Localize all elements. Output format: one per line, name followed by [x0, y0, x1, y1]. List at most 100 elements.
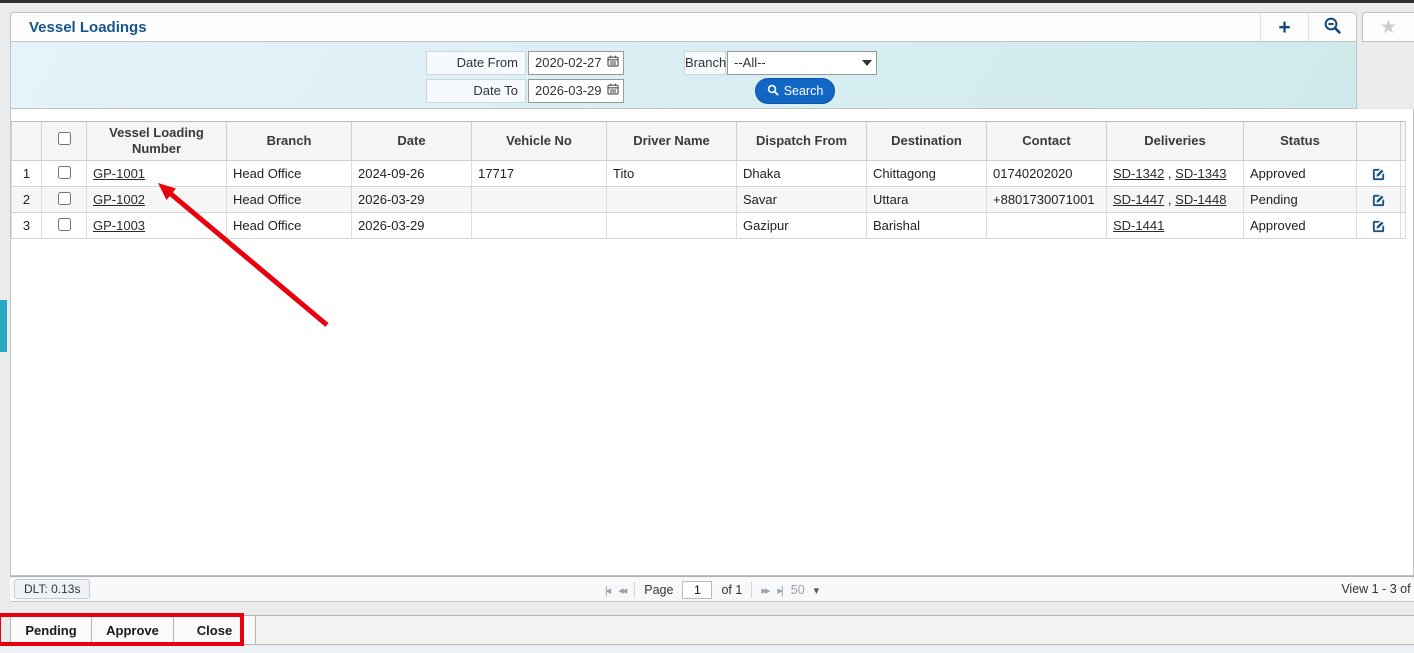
pager-separator — [751, 582, 752, 598]
date-from-input[interactable]: 2020-02-27 — [528, 51, 624, 75]
driver-name-cell — [607, 187, 737, 213]
page-size-chevron-icon[interactable]: ▾ — [814, 584, 820, 597]
deliveries-cell: SD-1342 , SD-1343 — [1107, 161, 1244, 187]
row-checkbox[interactable] — [58, 166, 71, 179]
filler-cell — [1401, 187, 1406, 213]
prev-page-icon[interactable]: ◂◂ — [618, 584, 625, 597]
row-number: 1 — [12, 161, 42, 187]
status-cell: Approved — [1244, 213, 1357, 239]
select-all-checkbox[interactable] — [58, 132, 71, 145]
col-destination[interactable]: Destination — [867, 122, 987, 161]
edit-cell — [1357, 161, 1401, 187]
page-label: Page — [644, 583, 673, 597]
deliveries-cell: SD-1441 — [1107, 213, 1244, 239]
col-vessel[interactable]: Vessel Loading Number — [87, 122, 227, 161]
driver-name-cell — [607, 213, 737, 239]
edit-cell — [1357, 187, 1401, 213]
destination-cell: Uttara — [867, 187, 987, 213]
row-select-cell — [42, 213, 87, 239]
row-checkbox[interactable] — [58, 218, 71, 231]
dispatch-from-cell: Savar — [737, 187, 867, 213]
edit-icon[interactable] — [1371, 191, 1386, 206]
table-row: 2GP-1002Head Office2026-03-29SavarUttara… — [12, 187, 1406, 213]
close-button[interactable]: Close — [174, 616, 256, 644]
col-date[interactable]: Date — [352, 122, 472, 161]
vessel-loading-link[interactable]: GP-1001 — [93, 166, 145, 181]
col-vehicle[interactable]: Vehicle No — [472, 122, 607, 161]
branch-select[interactable]: --All-- — [727, 51, 877, 75]
edit-icon[interactable] — [1371, 165, 1386, 180]
col-driver[interactable]: Driver Name — [607, 122, 737, 161]
delivery-link[interactable]: SD-1447 — [1113, 192, 1164, 207]
pager-separator — [634, 582, 635, 598]
page-number-input[interactable] — [682, 581, 712, 599]
vehicle-no-cell: 17717 — [472, 161, 607, 187]
col-status[interactable]: Status — [1244, 122, 1357, 161]
date-cell: 2026-03-29 — [352, 187, 472, 213]
side-panel-handle[interactable] — [0, 300, 7, 352]
col-branch[interactable]: Branch — [227, 122, 352, 161]
search-button[interactable]: Search — [755, 78, 835, 104]
grid-panel: Vessel Loading Number Branch Date Vehicl… — [10, 109, 1414, 576]
edit-icon[interactable] — [1371, 217, 1386, 232]
last-page-icon[interactable]: ▸| — [777, 584, 781, 597]
row-select-cell — [42, 187, 87, 213]
next-page-icon[interactable]: ▸▸ — [761, 584, 768, 597]
page-size-value: 50 — [791, 583, 805, 597]
delivery-link[interactable]: SD-1441 — [1113, 218, 1164, 233]
date-cell: 2026-03-29 — [352, 213, 472, 239]
dispatch-from-cell: Dhaka — [737, 161, 867, 187]
branch-label: Branch — [684, 51, 726, 75]
vessel-loading-number-cell: GP-1003 — [87, 213, 227, 239]
pager: |◂ ◂◂ Page of 1 ▸▸ ▸| 50 ▾ — [10, 577, 1414, 603]
date-to-input[interactable]: 2026-03-29 — [528, 79, 624, 103]
first-page-icon[interactable]: |◂ — [605, 584, 609, 597]
add-button[interactable]: + — [1260, 13, 1308, 41]
table-row: 1GP-1001Head Office2024-09-2617717TitoDh… — [12, 161, 1406, 187]
col-rownum — [12, 122, 42, 161]
contact-cell — [987, 213, 1107, 239]
branch-cell: Head Office — [227, 213, 352, 239]
vessel-loading-number-cell: GP-1001 — [87, 161, 227, 187]
window-top-strip — [0, 0, 1414, 3]
col-filler — [1401, 122, 1406, 161]
status-cell: Approved — [1244, 161, 1357, 187]
filler-cell — [1401, 213, 1406, 239]
star-icon[interactable]: ★ — [1380, 16, 1397, 39]
favorite-panel: ★ — [1362, 12, 1414, 42]
pending-button[interactable]: Pending — [10, 616, 92, 644]
contact-cell: 01740202020 — [987, 161, 1107, 187]
view-range-info: View 1 - 3 of 3 — [1341, 582, 1414, 596]
date-from-label: Date From — [426, 51, 526, 75]
col-deliveries[interactable]: Deliveries — [1107, 122, 1244, 161]
contact-cell: +8801730071001 — [987, 187, 1107, 213]
driver-name-cell: Tito — [607, 161, 737, 187]
branch-selected-value: --All-- — [734, 52, 858, 74]
destination-cell: Barishal — [867, 213, 987, 239]
toggle-search-button[interactable] — [1308, 13, 1356, 41]
col-contact[interactable]: Contact — [987, 122, 1107, 161]
date-to-value: 2026-03-29 — [535, 80, 603, 102]
dispatch-from-cell: Gazipur — [737, 213, 867, 239]
vessel-loading-link[interactable]: GP-1002 — [93, 192, 145, 207]
calendar-icon[interactable] — [607, 52, 619, 74]
delivery-link[interactable]: SD-1448 — [1175, 192, 1226, 207]
delivery-link[interactable]: SD-1343 — [1175, 166, 1226, 181]
search-icon — [767, 84, 779, 99]
action-bar: Pending Approve Close — [10, 615, 1414, 645]
calendar-icon[interactable] — [607, 80, 619, 102]
row-checkbox[interactable] — [58, 192, 71, 205]
delivery-link[interactable]: SD-1342 — [1113, 166, 1164, 181]
vessel-loading-link[interactable]: GP-1003 — [93, 218, 145, 233]
vessel-loadings-table: Vessel Loading Number Branch Date Vehicl… — [11, 121, 1406, 239]
approve-button[interactable]: Approve — [92, 616, 174, 644]
col-dispatch[interactable]: Dispatch From — [737, 122, 867, 161]
filter-bar: Date From 2020-02-27 Date To 2026-03-29 … — [10, 42, 1357, 109]
page-bottom-strip — [0, 646, 1414, 653]
col-actions — [1357, 122, 1401, 161]
row-select-cell — [42, 161, 87, 187]
title-bar: Vessel Loadings + — [10, 12, 1357, 42]
col-select — [42, 122, 87, 161]
branch-cell: Head Office — [227, 187, 352, 213]
search-button-label: Search — [784, 84, 824, 98]
